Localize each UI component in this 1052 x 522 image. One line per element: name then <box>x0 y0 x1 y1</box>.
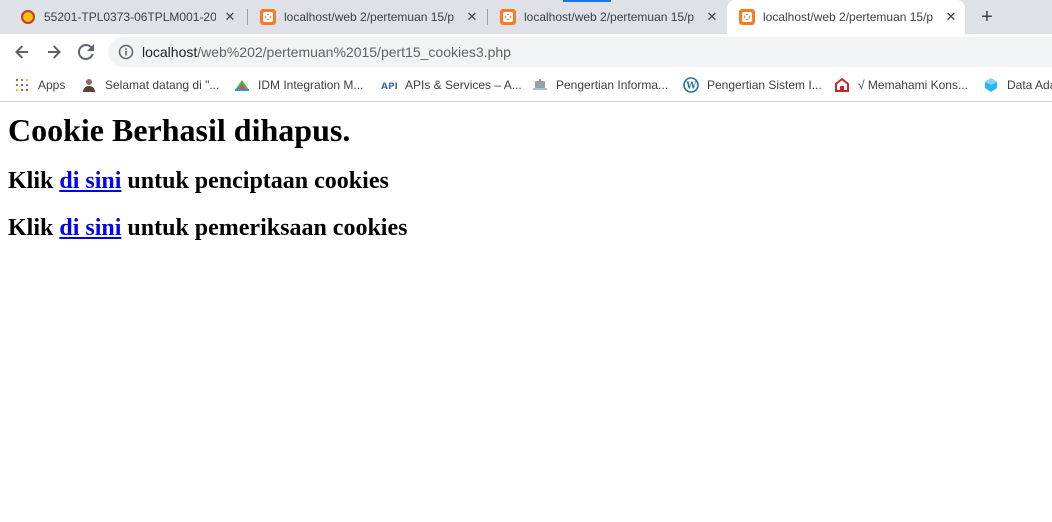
close-icon[interactable]: ✕ <box>464 9 480 25</box>
bookmark-label: Selamat datang di "... <box>105 78 220 92</box>
laptop-icon <box>532 77 548 93</box>
api-icon: API <box>381 77 399 93</box>
bookmark-apps[interactable]: Apps <box>14 70 65 100</box>
bookmark-pengertian-informasi[interactable]: Pengertian Informa... <box>532 70 668 100</box>
reload-icon <box>78 44 94 60</box>
xampp-icon <box>260 9 276 25</box>
wordpress-icon: W <box>683 77 699 93</box>
course-badge-icon <box>20 9 36 25</box>
bookmark-label: APIs & Services – A... <box>405 78 522 92</box>
close-icon[interactable]: ✕ <box>222 9 238 25</box>
arrow-left-icon <box>15 45 28 59</box>
person-icon <box>81 77 97 93</box>
house-icon <box>834 77 850 93</box>
line-suffix: untuk pemeriksaan cookies <box>121 215 408 241</box>
bookmark-apis[interactable]: API APIs & Services – A... <box>381 70 522 100</box>
bookmark-label: Data Ada <box>1007 78 1052 92</box>
check-cookies-line: Klik di sini untuk pemeriksaan cookies <box>8 215 407 242</box>
bookmark-selamat-datang[interactable]: Selamat datang di "... <box>81 70 219 100</box>
bookmark-pengertian-sistem[interactable]: W Pengertian Sistem I... <box>683 70 822 100</box>
bookmark-label: IDM Integration M... <box>258 78 364 92</box>
tab-course[interactable]: 55201-TPL0373-06TPLM001-2020 ✕ <box>8 0 244 34</box>
apps-grid-icon <box>14 77 30 93</box>
xampp-icon <box>500 9 516 25</box>
back-button[interactable] <box>10 40 34 64</box>
address-bar[interactable]: localhost/web%202/pertemuan%2015/pert15_… <box>108 37 1052 67</box>
tab-title: localhost/web 2/pertemuan 15/p <box>763 10 934 24</box>
svg-text:W: W <box>685 82 697 92</box>
page-heading: Cookie Berhasil dihapus. <box>8 112 351 148</box>
new-tab-button[interactable]: + <box>976 6 998 28</box>
bookmark-label: Apps <box>38 78 66 92</box>
info-icon[interactable] <box>118 44 134 60</box>
bookmark-label: Pengertian Informa... <box>556 78 669 92</box>
tab-title: 55201-TPL0373-06TPLM001-2020 <box>44 10 216 24</box>
tab-localhost-1[interactable]: localhost/web 2/pertemuan 15/p ✕ <box>248 0 486 34</box>
reload-button[interactable] <box>74 40 98 64</box>
browser-toolbar: localhost/web%202/pertemuan%2015/pert15_… <box>0 34 1052 70</box>
close-icon[interactable]: ✕ <box>704 9 720 25</box>
close-icon[interactable]: ✕ <box>943 9 959 25</box>
idm-icon <box>234 77 250 93</box>
bookmark-label: √ Memahami Kons... <box>858 78 968 92</box>
xampp-icon <box>739 9 755 25</box>
url-path: /web%202/pertemuan%2015/pert15_cookies3.… <box>197 44 511 60</box>
bookmark-data-ada[interactable]: Data Ada <box>983 70 1052 100</box>
url-host: localhost <box>142 44 198 60</box>
line-prefix: Klik <box>8 215 60 241</box>
create-cookies-line: Klik di sini untuk penciptaan cookies <box>8 168 389 195</box>
gem-icon <box>983 77 999 93</box>
svg-text:API: API <box>381 82 398 90</box>
check-cookies-link[interactable]: di sini <box>59 215 121 241</box>
tab-strip: 55201-TPL0373-06TPLM001-2020 ✕ localhost… <box>0 0 1052 34</box>
bookmark-memahami[interactable]: √ Memahami Kons... <box>834 70 968 100</box>
bookmarks-bar: Apps Selamat datang di "... IDM Integrat… <box>0 70 1052 102</box>
bookmark-label: Pengertian Sistem I... <box>707 78 822 92</box>
tab-localhost-2[interactable]: localhost/web 2/pertemuan 15/p ✕ <box>488 0 726 34</box>
bookmark-idm[interactable]: IDM Integration M... <box>234 70 363 100</box>
url-text[interactable]: localhost/web%202/pertemuan%2015/pert15_… <box>142 44 511 60</box>
arrow-right-icon <box>48 45 61 59</box>
line-prefix: Klik <box>8 168 60 194</box>
create-cookies-link[interactable]: di sini <box>59 168 121 194</box>
tab-title: localhost/web 2/pertemuan 15/p <box>524 10 695 24</box>
forward-button[interactable] <box>42 40 66 64</box>
tab-title: localhost/web 2/pertemuan 15/p <box>284 10 455 24</box>
tab-localhost-active[interactable]: localhost/web 2/pertemuan 15/p ✕ <box>727 0 965 34</box>
line-suffix: untuk penciptaan cookies <box>121 168 389 194</box>
